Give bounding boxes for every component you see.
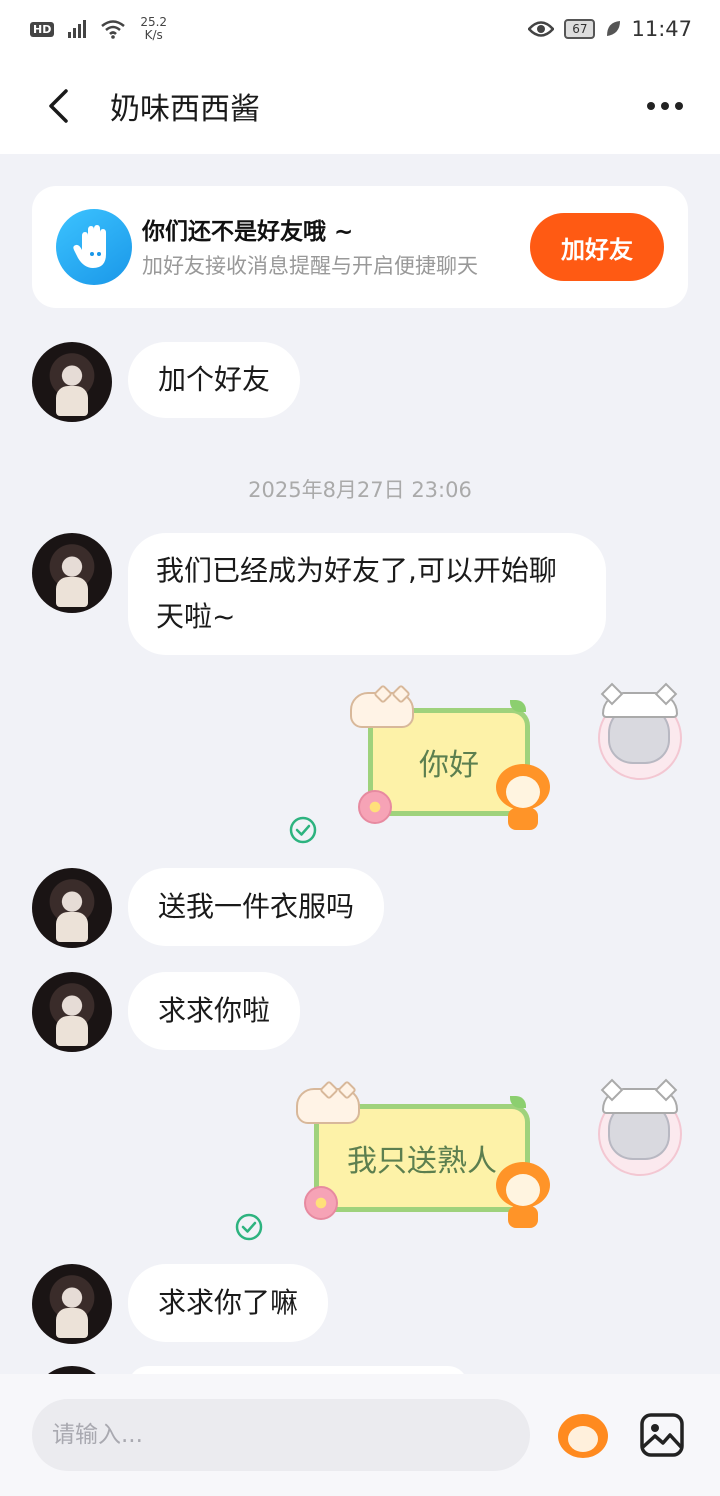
my-avatar[interactable] (594, 682, 686, 786)
not-friends-banner: 你们还不是好友哦 ~ 加好友接收消息提醒与开启便捷聊天 加好友 (32, 186, 688, 308)
contact-avatar[interactable] (32, 868, 112, 948)
flower-decoration (358, 790, 392, 824)
eye-icon (528, 21, 555, 37)
back-button[interactable] (28, 76, 88, 136)
more-dot (647, 102, 655, 110)
cat-sticker-decoration (350, 692, 414, 728)
contact-avatar[interactable] (32, 972, 112, 1052)
cat-sticker-decoration (296, 1088, 360, 1124)
incoming-message[interactable]: 加个好友 (128, 342, 301, 418)
sticker-button[interactable] (556, 1408, 610, 1462)
add-friend-button[interactable]: 加好友 (530, 213, 664, 281)
message-input[interactable] (32, 1399, 530, 1471)
hand-wave-icon (56, 209, 132, 285)
image-picker-icon[interactable] (638, 1411, 686, 1459)
delivered-check-icon (235, 1213, 263, 1241)
contact-avatar[interactable] (32, 533, 112, 613)
more-dot (675, 102, 683, 110)
incoming-message[interactable]: 求求你啦 (128, 972, 301, 1050)
character-sticker-decoration (492, 1158, 554, 1232)
message-input-bar (0, 1374, 720, 1496)
hd-badge: HD (30, 21, 55, 37)
character-sticker-decoration (492, 760, 554, 834)
chat-header: 奶味西西酱 (0, 58, 720, 154)
my-avatar[interactable] (594, 1078, 686, 1182)
wifi-icon (101, 20, 126, 39)
incoming-message[interactable]: 我们已经成为好友了,可以开始聊天啦~ (128, 533, 606, 655)
battery-indicator: 67 (564, 19, 596, 39)
chat-title: 奶味西西酱 (110, 92, 260, 127)
more-dot (661, 102, 669, 110)
incoming-message[interactable]: 送我一件衣服吗 (128, 868, 385, 946)
delivered-check-icon (289, 816, 317, 844)
more-options-button[interactable] (640, 86, 690, 126)
message-timestamp: 2025年8月27日 23:06 (248, 478, 472, 502)
flower-decoration (304, 1186, 338, 1220)
incoming-message[interactable]: 求求你了嘛 (128, 1264, 329, 1342)
banner-title: 你们还不是好友哦 ~ (142, 219, 354, 245)
chevron-left-icon (49, 89, 68, 123)
contact-avatar[interactable] (32, 1264, 112, 1344)
leaf-icon (607, 21, 621, 36)
network-speed: 25.2 K/s (140, 16, 167, 42)
clock: 11:47 (631, 17, 692, 41)
banner-subtitle: 加好友接收消息提醒与开启便捷聊天 (142, 254, 478, 278)
network-speed-unit: K/s (144, 28, 163, 42)
signal-icon (68, 20, 87, 38)
contact-avatar[interactable] (32, 342, 112, 422)
status-bar: HD 25.2 K/s 67 11:47 (0, 0, 720, 58)
